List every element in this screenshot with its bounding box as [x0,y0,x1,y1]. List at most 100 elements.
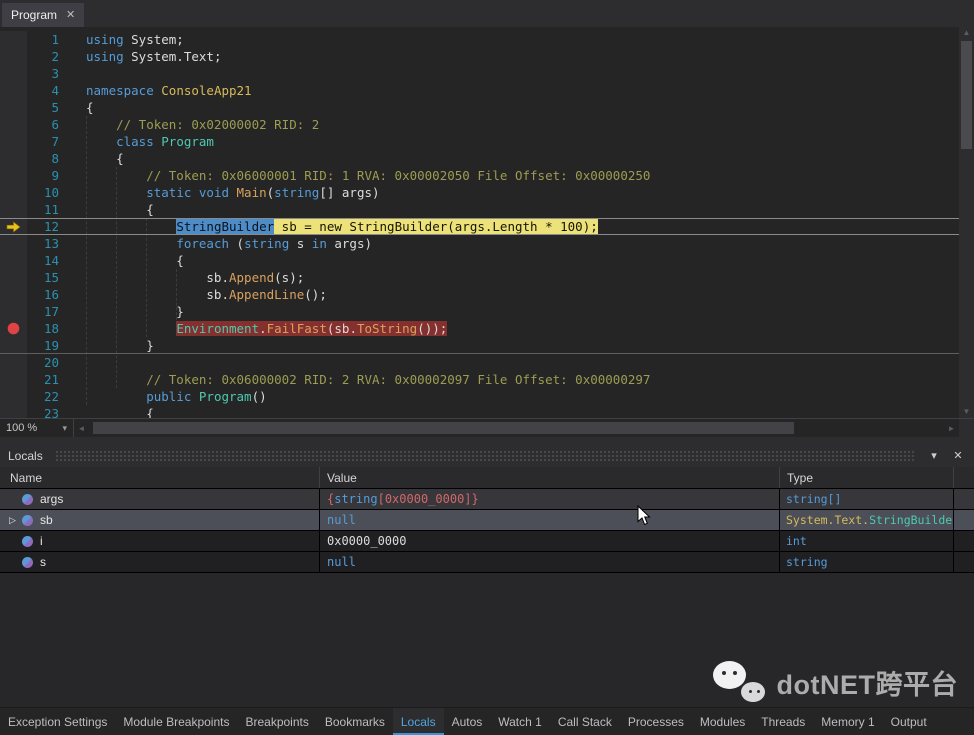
code-line[interactable]: 11 { [0,201,959,218]
code-text[interactable]: // Token: 0x06000001 RID: 1 RVA: 0x00002… [86,167,650,184]
bottom-tab-call-stack[interactable]: Call Stack [550,708,620,735]
scroll-right-icon[interactable]: ► [944,419,959,437]
scroll-up-icon[interactable]: ▲ [959,27,974,39]
code-line[interactable]: 23 { [0,405,959,418]
breakpoint-margin[interactable] [0,286,27,303]
locals-value-cell[interactable]: null [320,552,780,572]
code-text[interactable]: // Token: 0x06000002 RID: 2 RVA: 0x00002… [86,371,650,388]
breakpoint-margin[interactable] [0,133,27,150]
editor-horizontal-scrollbar[interactable] [89,419,944,437]
breakpoint-margin[interactable] [0,337,27,353]
bottom-tab-output[interactable]: Output [883,708,935,735]
bottom-tab-memory-1[interactable]: Memory 1 [813,708,882,735]
document-tab-program[interactable]: Program ✕ [2,3,84,27]
breakpoint-margin[interactable] [0,82,27,99]
code-line[interactable]: 4namespace ConsoleApp21 [0,82,959,99]
code-text[interactable]: Environment.FailFast(sb.ToString()); [86,320,447,337]
code-line[interactable]: 19 } [0,337,959,354]
breakpoint-icon[interactable] [7,322,20,335]
code-line[interactable]: 1using System; [0,31,959,48]
code-line[interactable]: 7 class Program [0,133,959,150]
code-line[interactable]: 3 [0,65,959,82]
locals-value-cell[interactable]: 0x0000_0000 [320,531,780,551]
breakpoint-margin[interactable] [0,354,27,371]
code-line[interactable]: 17 } [0,303,959,320]
breakpoint-margin[interactable] [0,303,27,320]
breakpoint-margin[interactable] [0,116,27,133]
bottom-tab-module-breakpoints[interactable]: Module Breakpoints [115,708,237,735]
code-text[interactable]: { [86,201,154,218]
code-text[interactable]: class Program [86,133,214,150]
bottom-tab-bookmarks[interactable]: Bookmarks [317,708,393,735]
bottom-tab-autos[interactable]: Autos [444,708,491,735]
breakpoint-margin[interactable] [0,235,27,252]
code-text[interactable]: { [86,405,154,418]
code-line[interactable]: 8 { [0,150,959,167]
code-line[interactable]: 21 // Token: 0x06000002 RID: 2 RVA: 0x00… [0,371,959,388]
locals-value-cell[interactable]: null [320,510,780,530]
code-text[interactable]: { [86,252,184,269]
code-editor[interactable]: 1using System;2using System.Text;34names… [0,27,959,418]
column-header-name[interactable]: Name [0,467,320,488]
locals-type-cell[interactable]: int [780,531,954,551]
locals-title-bar[interactable]: Locals ▾ ✕ [0,444,974,467]
code-text[interactable]: { [86,99,94,116]
tab-close-icon[interactable]: ✕ [66,10,75,21]
horizontal-scrollbar-thumb[interactable] [93,422,794,434]
breakpoint-margin[interactable] [0,269,27,286]
locals-row[interactable]: ▷sbnullSystem.Text.StringBuilder [0,510,974,531]
locals-name-cell[interactable]: i [0,531,320,551]
bottom-tab-locals[interactable]: Locals [393,708,444,735]
breakpoint-margin[interactable] [0,371,27,388]
code-text[interactable]: sb.Append(s); [86,269,304,286]
locals-name-cell[interactable]: args [0,489,320,509]
panel-close-icon[interactable]: ✕ [950,449,966,462]
bottom-tab-modules[interactable]: Modules [692,708,753,735]
locals-row[interactable]: args{string[0x0000_0000]}string[] [0,489,974,510]
code-text[interactable]: // Token: 0x02000002 RID: 2 [86,116,319,133]
code-line[interactable]: 9 // Token: 0x06000001 RID: 1 RVA: 0x000… [0,167,959,184]
panel-menu-icon[interactable]: ▾ [926,449,942,462]
locals-value-cell[interactable]: {string[0x0000_0000]} [320,489,780,509]
expander-icon[interactable]: ▷ [6,515,19,526]
bottom-tab-threads[interactable]: Threads [753,708,813,735]
locals-type-cell[interactable]: System.Text.StringBuilder [780,510,954,530]
bottom-tab-exception-settings[interactable]: Exception Settings [0,708,115,735]
code-text[interactable]: static void Main(string[] args) [86,184,380,201]
breakpoint-margin[interactable] [0,150,27,167]
zoom-select[interactable]: 100 % ▾ [0,419,74,437]
code-text[interactable]: { [86,150,124,167]
code-line[interactable]: 14 { [0,252,959,269]
code-line[interactable]: 10 static void Main(string[] args) [0,184,959,201]
locals-row[interactable]: snullstring [0,552,974,573]
code-line[interactable]: 13 foreach (string s in args) [0,235,959,252]
breakpoint-margin[interactable] [0,201,27,218]
breakpoint-margin[interactable] [0,252,27,269]
panel-splitter[interactable] [0,437,974,444]
bottom-tab-watch-1[interactable]: Watch 1 [490,708,550,735]
scroll-down-icon[interactable]: ▼ [959,406,974,418]
locals-row[interactable]: i0x0000_0000int [0,531,974,552]
locals-type-cell[interactable]: string [780,552,954,572]
locals-name-cell[interactable]: s [0,552,320,572]
column-header-value[interactable]: Value [320,467,780,488]
bottom-tab-processes[interactable]: Processes [620,708,692,735]
code-line[interactable]: 22 public Program() [0,388,959,405]
code-line[interactable]: 16 sb.AppendLine(); [0,286,959,303]
breakpoint-margin[interactable] [0,184,27,201]
breakpoint-margin[interactable] [0,167,27,184]
scroll-left-icon[interactable]: ◄ [74,419,89,437]
code-line[interactable]: 5{ [0,99,959,116]
code-text[interactable]: using System.Text; [86,48,221,65]
code-text[interactable]: foreach (string s in args) [86,235,372,252]
code-line[interactable]: 12 StringBuilder sb = new StringBuilder(… [0,218,959,235]
code-line[interactable]: 20 [0,354,959,371]
locals-type-cell[interactable]: string[] [780,489,954,509]
code-text[interactable]: using System; [86,31,184,48]
breakpoint-margin[interactable] [0,48,27,65]
breakpoint-margin[interactable] [0,65,27,82]
code-line[interactable]: 15 sb.Append(s); [0,269,959,286]
bottom-tab-breakpoints[interactable]: Breakpoints [237,708,316,735]
code-text[interactable]: StringBuilder sb = new StringBuilder(arg… [86,219,598,234]
vertical-scrollbar-thumb[interactable] [961,41,972,149]
